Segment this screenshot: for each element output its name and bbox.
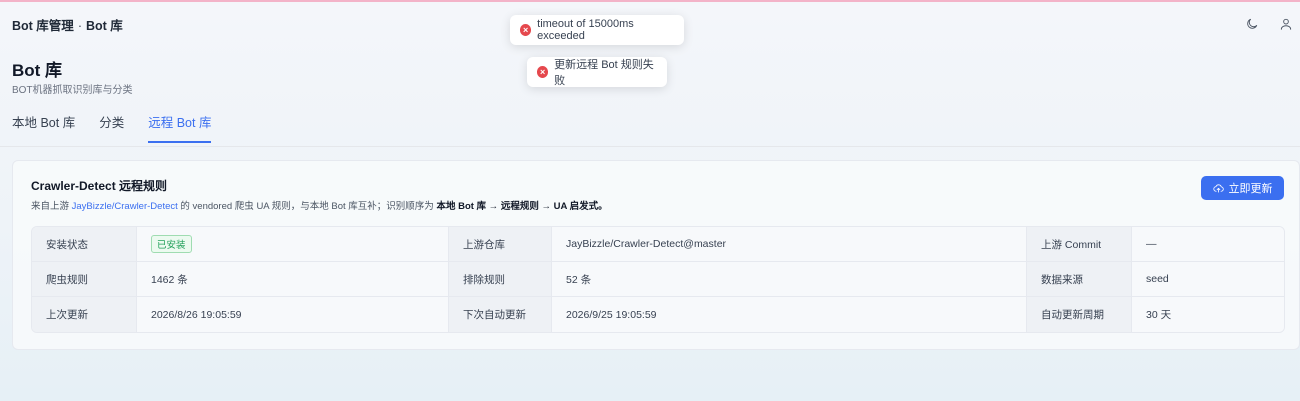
upstream-commit-label: 上游 Commit: [1027, 227, 1132, 262]
table-row: 上次更新 2026/8/26 19:05:59 下次自动更新 2026/9/25…: [32, 297, 1284, 332]
auto-period-label: 自动更新周期: [1027, 297, 1132, 332]
toast-message: 更新远程 Bot 规则失败: [554, 59, 654, 87]
error-icon: ×: [537, 66, 549, 78]
tab-categories[interactable]: 分类: [99, 112, 124, 143]
header-actions: [1244, 16, 1294, 32]
error-toast: × 更新远程 Bot 规则失败: [527, 57, 667, 87]
upstream-commit-value: —: [1132, 227, 1284, 262]
upstream-repo-label: 上游仓库: [449, 227, 552, 262]
breadcrumb-section[interactable]: Bot 库管理: [12, 19, 74, 33]
desc-middle: 的 vendored 爬虫 UA 规则，与本地 Bot 库互补；识别顺序为: [177, 201, 437, 212]
breadcrumb-current: Bot 库: [85, 18, 123, 33]
user-icon[interactable]: [1278, 16, 1294, 32]
crawler-rules-label: 爬虫规则: [32, 262, 137, 297]
error-toast: × timeout of 15000ms exceeded: [510, 15, 684, 45]
install-status-label: 安装状态: [32, 227, 137, 262]
cloud-upload-icon: [1212, 183, 1224, 193]
crawler-rules-value: 1462 条: [137, 262, 449, 297]
data-source-label: 数据来源: [1027, 262, 1132, 297]
last-update-label: 上次更新: [32, 297, 137, 332]
page-title: Bot 库: [12, 61, 63, 80]
update-now-label: 立即更新: [1228, 183, 1273, 195]
desc-prefix: 来自上游: [31, 201, 72, 212]
last-update-value: 2026/8/26 19:05:59: [137, 297, 449, 332]
upstream-repo-link[interactable]: JayBizzle/Crawler-Detect: [72, 201, 178, 212]
tab-remote-bot-library[interactable]: 远程 Bot 库: [148, 112, 212, 143]
data-source-value: seed: [1132, 262, 1284, 297]
tab-bar: 本地 Bot 库 分类 远程 Bot 库: [12, 112, 212, 143]
table-row: 安装状态 已安装 上游仓库 JayBizzle/Crawler-Detect@m…: [32, 227, 1284, 262]
status-badge: 已安装: [151, 235, 192, 253]
install-status-value: 已安装: [137, 227, 449, 262]
desc-order: 本地 Bot 库 → 远程规则 → UA 启发式。: [436, 201, 608, 212]
breadcrumb: Bot 库管理 · Bot 库: [12, 15, 123, 34]
toast-message: timeout of 15000ms exceeded: [537, 18, 634, 42]
auto-period-value: 30 天: [1132, 297, 1284, 332]
remote-rules-card: Crawler-Detect 远程规则 来自上游 JayBizzle/Crawl…: [12, 160, 1300, 350]
page-subtitle: BOT机器抓取识别库与分类: [12, 85, 133, 96]
table-row: 爬虫规则 1462 条 排除规则 52 条 数据来源 seed: [32, 262, 1284, 297]
tab-local-bot-library[interactable]: 本地 Bot 库: [12, 112, 75, 143]
info-table: 安装状态 已安装 上游仓库 JayBizzle/Crawler-Detect@m…: [31, 226, 1285, 333]
breadcrumb-separator: ·: [77, 18, 82, 33]
card-title: Crawler-Detect 远程规则: [31, 179, 168, 193]
next-update-label: 下次自动更新: [449, 297, 552, 332]
tab-divider: [0, 146, 1300, 147]
moon-icon[interactable]: [1244, 16, 1260, 32]
error-icon: ×: [520, 24, 532, 36]
update-now-button[interactable]: 立即更新: [1201, 176, 1284, 200]
next-update-value: 2026/9/25 19:05:59: [552, 297, 1027, 332]
exclude-rules-value: 52 条: [552, 262, 1027, 297]
upstream-repo-value: JayBizzle/Crawler-Detect@master: [552, 227, 1027, 262]
exclude-rules-label: 排除规则: [449, 262, 552, 297]
card-description: 来自上游 JayBizzle/Crawler-Detect 的 vendored…: [31, 198, 608, 212]
